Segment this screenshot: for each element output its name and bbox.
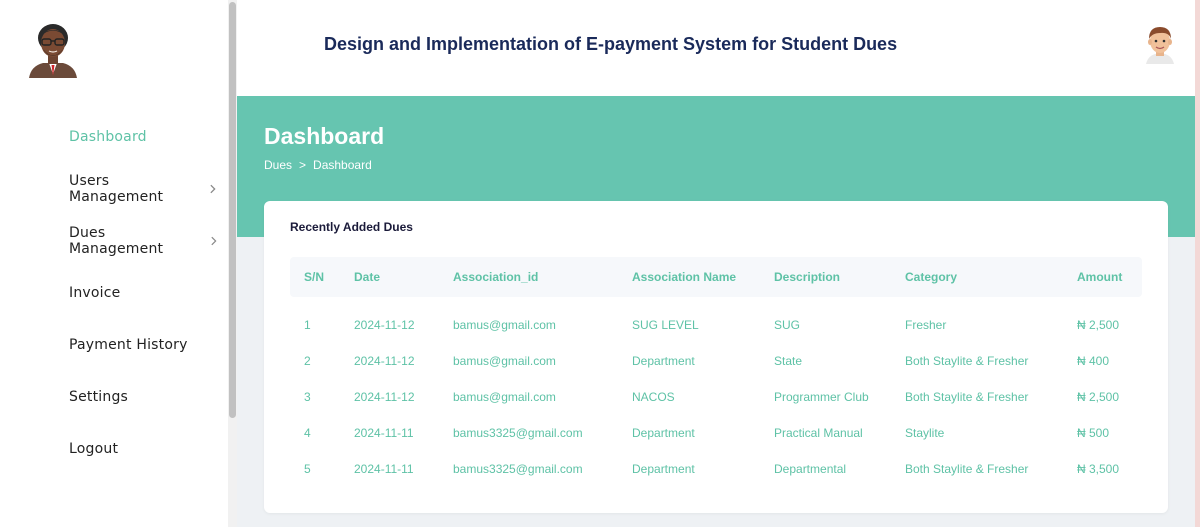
breadcrumb-separator: > bbox=[299, 158, 307, 172]
top-header: Design and Implementation of E-payment S… bbox=[237, 0, 1195, 96]
sidebar-item-users-management[interactable]: Users Management bbox=[69, 164, 219, 214]
column-header-description: Description bbox=[774, 270, 841, 284]
sidebar-item-label: Logout bbox=[69, 441, 119, 457]
breadcrumb-root[interactable]: Dues bbox=[264, 158, 292, 172]
sidebar-item-invoice[interactable]: Invoice bbox=[69, 268, 219, 318]
cell-amount: ₦ 500 bbox=[1077, 426, 1110, 440]
sidebar-item-settings[interactable]: Settings bbox=[69, 372, 219, 422]
cell-sn: 4 bbox=[304, 426, 311, 440]
table-row[interactable]: 1 2024-11-12 bamus@gmail.com SUG LEVEL S… bbox=[290, 307, 1142, 343]
sidebar-avatar-icon[interactable] bbox=[27, 22, 79, 78]
chevron-right-icon bbox=[210, 236, 217, 246]
cell-amount: ₦ 2,500 bbox=[1077, 318, 1120, 332]
table-header-row: S/N Date Association_id Association Name… bbox=[290, 257, 1142, 297]
dues-table: S/N Date Association_id Association Name… bbox=[290, 257, 1142, 487]
column-header-amount: Amount bbox=[1077, 270, 1123, 284]
cell-association-name: NACOS bbox=[632, 390, 675, 404]
table-row[interactable]: 4 2024-11-11 bamus3325@gmail.com Departm… bbox=[290, 415, 1142, 451]
cell-category: Both Staylite & Fresher bbox=[905, 462, 1029, 476]
column-header-sn: S/N bbox=[304, 270, 325, 284]
cell-description: Programmer Club bbox=[774, 390, 869, 404]
cell-amount: ₦ 3,500 bbox=[1077, 462, 1120, 476]
user-avatar-icon[interactable] bbox=[1143, 24, 1177, 64]
cell-description: SUG bbox=[774, 318, 801, 332]
sidebar-item-logout[interactable]: Logout bbox=[69, 424, 219, 474]
recent-dues-card: Recently Added Dues S/N Date Association… bbox=[264, 201, 1168, 513]
cell-association-name: SUG LEVEL bbox=[632, 318, 699, 332]
cell-association-id: bamus@gmail.com bbox=[453, 354, 556, 368]
sidebar-scrollbar[interactable] bbox=[228, 0, 237, 527]
cell-association-name: Department bbox=[632, 354, 695, 368]
cell-date: 2024-11-12 bbox=[354, 354, 415, 368]
chevron-right-icon bbox=[210, 184, 217, 194]
cell-category: Fresher bbox=[905, 318, 947, 332]
cell-date: 2024-11-11 bbox=[354, 426, 414, 440]
page-title: Dashboard bbox=[264, 123, 385, 149]
cell-sn: 1 bbox=[304, 318, 311, 332]
cell-date: 2024-11-12 bbox=[354, 390, 415, 404]
column-header-association-name: Association Name bbox=[632, 270, 737, 284]
cell-association-id: bamus3325@gmail.com bbox=[453, 426, 583, 440]
cell-description: Practical Manual bbox=[774, 426, 863, 440]
cell-sn: 3 bbox=[304, 390, 311, 404]
cell-date: 2024-11-11 bbox=[354, 462, 414, 476]
breadcrumb: Dues > Dashboard bbox=[264, 158, 372, 172]
cell-association-name: Department bbox=[632, 426, 695, 440]
sidebar: Dashboard Users Management Dues Manageme… bbox=[0, 0, 228, 527]
table-row[interactable]: 3 2024-11-12 bamus@gmail.com NACOS Progr… bbox=[290, 379, 1142, 415]
column-header-association-id: Association_id bbox=[453, 270, 539, 284]
sidebar-item-label: Dashboard bbox=[69, 129, 147, 145]
cell-description: State bbox=[774, 354, 803, 368]
cell-association-name: Department bbox=[632, 462, 695, 476]
column-header-date: Date bbox=[354, 270, 381, 284]
cell-description: Departmental bbox=[774, 462, 847, 476]
cell-sn: 5 bbox=[304, 462, 311, 476]
cell-association-id: bamus@gmail.com bbox=[453, 390, 556, 404]
cell-date: 2024-11-12 bbox=[354, 318, 415, 332]
app-title: Design and Implementation of E-payment S… bbox=[324, 34, 898, 54]
sidebar-item-label: Dues Management bbox=[69, 225, 164, 257]
sidebar-item-label: Invoice bbox=[69, 285, 121, 301]
table-row[interactable]: 2 2024-11-12 bamus@gmail.com Department … bbox=[290, 343, 1142, 379]
sidebar-item-label: Settings bbox=[69, 389, 129, 405]
sidebar-item-dashboard[interactable]: Dashboard bbox=[69, 112, 219, 162]
cell-category: Both Staylite & Fresher bbox=[905, 354, 1029, 368]
cell-category: Both Staylite & Fresher bbox=[905, 390, 1029, 404]
cell-amount: ₦ 400 bbox=[1077, 354, 1110, 368]
table-row[interactable]: 5 2024-11-11 bamus3325@gmail.com Departm… bbox=[290, 451, 1142, 487]
breadcrumb-current: Dashboard bbox=[313, 158, 372, 172]
cell-sn: 2 bbox=[304, 354, 311, 368]
sidebar-item-payment-history[interactable]: Payment History bbox=[69, 320, 219, 370]
sidebar-item-label: Payment History bbox=[69, 337, 188, 353]
cell-category: Staylite bbox=[905, 426, 945, 440]
cell-amount: ₦ 2,500 bbox=[1077, 390, 1120, 404]
cell-association-id: bamus@gmail.com bbox=[453, 318, 556, 332]
card-title: Recently Added Dues bbox=[290, 220, 413, 234]
column-header-category: Category bbox=[905, 270, 958, 284]
sidebar-item-dues-management[interactable]: Dues Management bbox=[69, 216, 219, 266]
window-edge bbox=[1195, 0, 1200, 527]
scrollbar-thumb[interactable] bbox=[229, 2, 236, 418]
sidebar-item-label: Users Management bbox=[69, 173, 164, 205]
cell-association-id: bamus3325@gmail.com bbox=[453, 462, 583, 476]
table-body: 1 2024-11-12 bamus@gmail.com SUG LEVEL S… bbox=[290, 297, 1142, 487]
